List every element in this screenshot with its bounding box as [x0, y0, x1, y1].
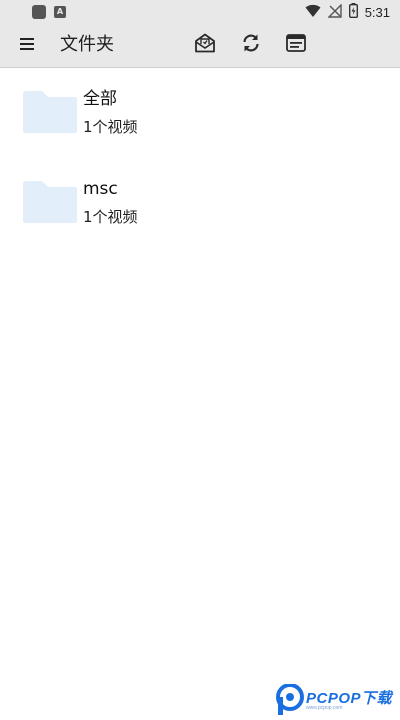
folder-icon	[22, 90, 78, 134]
folder-video-count: 1个视频	[83, 208, 138, 226]
page-title: 文件夹	[60, 34, 114, 55]
folder-item-msc[interactable]: msc 1个视频	[0, 158, 400, 248]
mail-button[interactable]	[192, 32, 218, 58]
folder-name: 全部	[83, 89, 117, 109]
hamburger-menu-icon	[19, 36, 35, 55]
status-left: A	[8, 4, 66, 20]
watermark-url: www.pcpop.com	[306, 705, 343, 711]
status-right: 5:31	[305, 2, 390, 22]
menu-button[interactable]	[14, 32, 40, 58]
refresh-button[interactable]	[238, 32, 264, 58]
refresh-icon	[241, 33, 261, 57]
folder-item-all[interactable]: 全部 1个视频	[0, 68, 400, 158]
status-time: 5:31	[364, 4, 390, 20]
status-bar: A 5:31	[0, 0, 400, 24]
pcpop-watermark: PCPOP下载 www.pcpop.com	[276, 683, 396, 716]
mail-icon	[194, 33, 216, 57]
pcpop-logo-icon	[276, 683, 304, 716]
no-signal-icon	[326, 2, 342, 22]
notification-a-icon: A	[54, 6, 66, 18]
battery-icon	[348, 2, 358, 22]
folder-list: 全部 1个视频 msc 1个视频	[0, 68, 400, 248]
notification-square-icon	[32, 5, 46, 19]
wifi-icon	[305, 3, 321, 22]
list-view-icon	[286, 34, 306, 56]
folder-name: msc	[83, 179, 118, 199]
folder-video-count: 1个视频	[83, 118, 138, 136]
screen: A 5:31 文件夹 全部 1个视频 msc 1个视频 PCPOP下载 www.…	[0, 0, 400, 720]
app-bar: 文件夹	[0, 24, 400, 68]
list-view-button[interactable]	[283, 32, 309, 58]
folder-icon	[22, 180, 78, 224]
